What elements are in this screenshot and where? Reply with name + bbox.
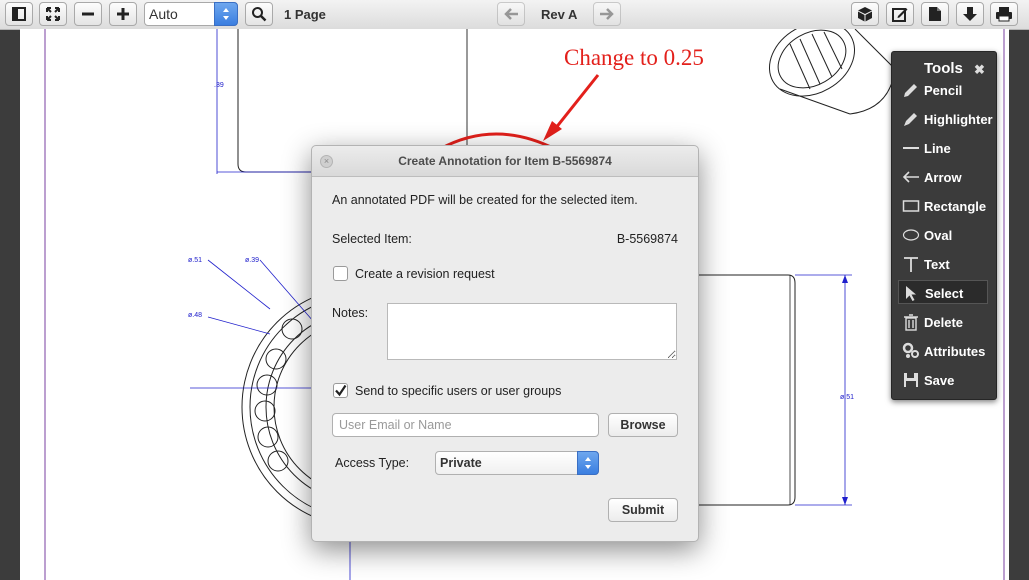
tool-label: Rectangle bbox=[924, 199, 987, 214]
highlighter-icon bbox=[902, 110, 920, 128]
notes-label: Notes: bbox=[332, 306, 369, 320]
document-button[interactable] bbox=[921, 2, 949, 26]
prev-revision-button[interactable] bbox=[497, 2, 525, 26]
download-button[interactable] bbox=[956, 2, 984, 26]
gears-icon bbox=[902, 342, 920, 360]
zoom-select-value: Auto bbox=[149, 6, 178, 22]
dialog-description: An annotated PDF will be created for the… bbox=[332, 193, 638, 207]
revision-request-label: Create a revision request bbox=[355, 267, 495, 281]
rectangle-icon bbox=[902, 197, 920, 215]
document-icon bbox=[928, 6, 942, 22]
revision-label: Rev A bbox=[541, 7, 578, 22]
submit-button[interactable]: Submit bbox=[608, 498, 678, 522]
checkmark-icon bbox=[334, 384, 347, 400]
tool-arrow[interactable]: Arrow bbox=[898, 165, 988, 189]
close-icon[interactable]: ✖ bbox=[974, 62, 985, 78]
dialog-title: Create Annotation for Item B-5569874 bbox=[398, 154, 612, 168]
tool-attributes[interactable]: Attributes bbox=[898, 339, 988, 363]
tools-panel-title: Tools bbox=[924, 60, 963, 77]
tools-panel: Tools ✖ Pencil Highlighter Line Arrow Re… bbox=[891, 51, 997, 400]
revision-request-checkbox[interactable] bbox=[333, 266, 348, 281]
tool-text[interactable]: Text bbox=[898, 252, 988, 276]
access-type-select[interactable]: Private bbox=[435, 451, 599, 475]
annotate-button[interactable] bbox=[886, 2, 914, 26]
access-type-value: Private bbox=[440, 456, 482, 470]
top-toolbar: Auto 1 Page Rev A bbox=[0, 0, 1029, 30]
tool-pencil[interactable]: Pencil bbox=[898, 78, 988, 102]
3d-model-button[interactable] bbox=[851, 2, 879, 26]
next-revision-button[interactable] bbox=[593, 2, 621, 26]
tool-delete[interactable]: Delete bbox=[898, 310, 988, 334]
zoom-in-icon bbox=[116, 7, 130, 21]
3d-model-icon bbox=[857, 6, 873, 22]
tool-label: Line bbox=[924, 141, 951, 156]
dimension-label: ø.51 bbox=[840, 394, 854, 401]
zoom-in-button[interactable] bbox=[109, 2, 137, 26]
text-icon bbox=[902, 255, 920, 273]
tool-highlighter[interactable]: Highlighter bbox=[898, 107, 993, 131]
tool-label: Text bbox=[924, 257, 950, 272]
pencil-icon bbox=[902, 81, 920, 99]
tool-label: Pencil bbox=[924, 83, 963, 98]
tool-label: Delete bbox=[924, 315, 964, 330]
zoom-out-button[interactable] bbox=[74, 2, 102, 26]
sidebar-toggle-icon bbox=[12, 7, 26, 21]
send-to-users-checkbox[interactable] bbox=[333, 383, 348, 398]
trash-icon bbox=[902, 313, 920, 331]
tool-rectangle[interactable]: Rectangle bbox=[898, 194, 988, 218]
page-count: 1 Page bbox=[284, 7, 326, 22]
tool-label: Select bbox=[925, 286, 964, 301]
select-arrows-icon bbox=[577, 451, 599, 475]
next-revision-icon bbox=[599, 7, 615, 21]
zoom-select[interactable]: Auto bbox=[144, 2, 238, 26]
print-icon bbox=[995, 6, 1013, 22]
sidebar-toggle-button[interactable] bbox=[5, 2, 33, 26]
annotate-icon bbox=[892, 6, 908, 22]
search-button[interactable] bbox=[245, 2, 273, 26]
tool-label: Oval bbox=[924, 228, 953, 243]
dimension-label: ø.51 bbox=[188, 257, 202, 264]
tool-oval[interactable]: Oval bbox=[898, 223, 988, 247]
prev-revision-icon bbox=[503, 7, 519, 21]
print-button[interactable] bbox=[990, 2, 1018, 26]
access-type-label: Access Type: bbox=[335, 456, 410, 470]
dimension-label: .39 bbox=[214, 82, 224, 89]
zoom-out-icon bbox=[81, 7, 95, 21]
annotation-note[interactable]: Change to 0.25 bbox=[564, 45, 704, 71]
dimension-label: ø.39 bbox=[245, 257, 259, 264]
select-cursor-icon bbox=[903, 284, 921, 302]
dimension-label: ø.48 bbox=[188, 312, 202, 319]
create-annotation-dialog: × Create Annotation for Item B-5569874 A… bbox=[311, 145, 699, 542]
send-to-users-label: Send to specific users or user groups bbox=[355, 384, 562, 398]
line-icon bbox=[902, 139, 920, 157]
fit-page-button[interactable] bbox=[39, 2, 67, 26]
tool-label: Highlighter bbox=[924, 112, 993, 127]
fit-page-icon bbox=[45, 6, 61, 22]
notes-textarea[interactable] bbox=[387, 303, 677, 360]
tool-save[interactable]: Save bbox=[898, 368, 988, 392]
selected-item-label: Selected Item: bbox=[332, 232, 412, 246]
search-icon bbox=[251, 6, 267, 22]
tool-select[interactable]: Select bbox=[898, 280, 988, 304]
oval-icon bbox=[902, 226, 920, 244]
tool-label: Arrow bbox=[924, 170, 962, 185]
download-icon bbox=[962, 6, 978, 22]
dialog-titlebar: × Create Annotation for Item B-5569874 bbox=[312, 146, 698, 177]
tool-label: Attributes bbox=[924, 344, 986, 359]
user-email-input[interactable] bbox=[332, 413, 599, 437]
tool-label: Save bbox=[924, 373, 955, 388]
selected-item-value: B-5569874 bbox=[616, 232, 678, 246]
save-icon bbox=[902, 371, 920, 389]
tool-line[interactable]: Line bbox=[898, 136, 988, 160]
arrow-icon bbox=[902, 168, 920, 186]
select-arrows-icon bbox=[214, 2, 238, 26]
browse-button[interactable]: Browse bbox=[608, 413, 678, 437]
